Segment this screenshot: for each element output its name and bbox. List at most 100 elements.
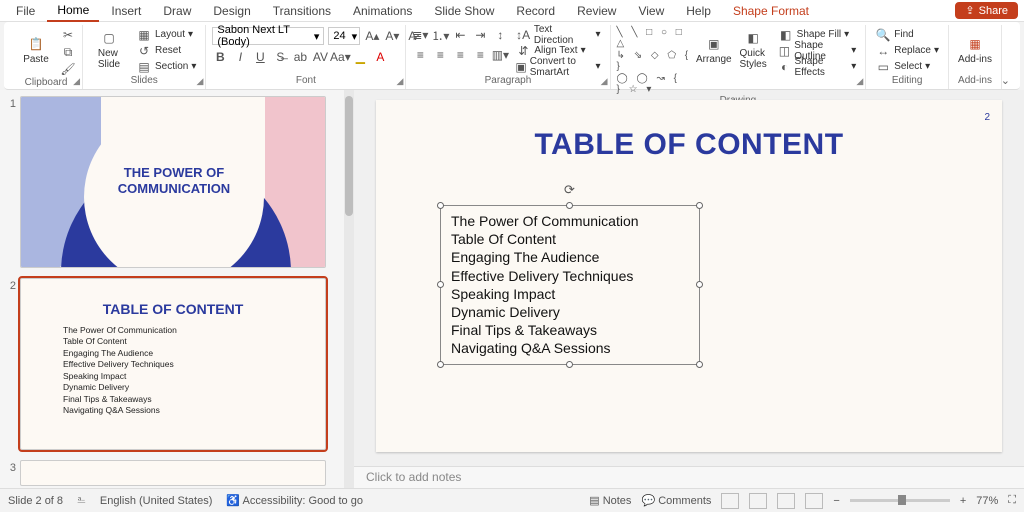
- shape-effects-button[interactable]: ◐Shape Effects ▾: [775, 59, 860, 74]
- cut-icon[interactable]: ✂: [60, 27, 76, 43]
- find-button[interactable]: 🔍Find: [872, 27, 916, 42]
- align-right-icon[interactable]: ≡: [452, 47, 468, 63]
- resize-handle[interactable]: [696, 361, 703, 368]
- share-button[interactable]: ⇪Share: [955, 2, 1018, 19]
- tab-shape-format[interactable]: Shape Format: [723, 1, 819, 21]
- comments-toggle[interactable]: 💬 Comments: [641, 494, 711, 507]
- normal-view-icon[interactable]: [721, 493, 739, 509]
- tab-animations[interactable]: Animations: [343, 1, 422, 21]
- section-button[interactable]: ▤Section ▾: [133, 59, 199, 74]
- replace-button[interactable]: ↔Replace ▾: [872, 43, 942, 58]
- paste-icon: 📋: [28, 36, 44, 52]
- thumbnails-scrollbar[interactable]: [344, 90, 354, 488]
- italic-icon[interactable]: I: [232, 49, 248, 65]
- selected-textbox[interactable]: ⟳ The Power Of CommunicationTable Of Con…: [440, 205, 700, 365]
- copy-icon[interactable]: ⧉: [60, 44, 76, 60]
- resize-handle[interactable]: [566, 361, 573, 368]
- tab-draw[interactable]: Draw: [153, 1, 201, 21]
- indent-dec-icon[interactable]: ⇤: [452, 27, 468, 43]
- status-accessibility[interactable]: ♿ Accessibility: Good to go: [226, 494, 363, 507]
- slide-canvas[interactable]: 2 TABLE OF CONTENT ⟳ The Power Of Commun…: [376, 100, 1002, 452]
- status-spellcheck-icon[interactable]: ⎁: [77, 494, 86, 507]
- slide-thumbnail-3[interactable]: [20, 460, 326, 486]
- increase-font-icon[interactable]: A▴: [364, 28, 380, 44]
- slide-thumbnail-2[interactable]: TABLE OF CONTENT The Power Of Communicat…: [20, 278, 326, 450]
- resize-handle[interactable]: [566, 202, 573, 209]
- tab-insert[interactable]: Insert: [101, 1, 151, 21]
- resize-handle[interactable]: [696, 202, 703, 209]
- change-case-icon[interactable]: Aa▾: [332, 49, 348, 65]
- tab-file[interactable]: File: [6, 1, 45, 21]
- tab-home[interactable]: Home: [47, 0, 99, 22]
- slideshow-view-icon[interactable]: [805, 493, 823, 509]
- bold-icon[interactable]: B: [212, 49, 228, 65]
- align-center-icon[interactable]: ≡: [432, 47, 448, 63]
- new-slide-button[interactable]: ▢New Slide: [89, 27, 129, 73]
- align-left-icon[interactable]: ≡: [412, 47, 428, 63]
- tab-help[interactable]: Help: [676, 1, 721, 21]
- rotate-handle-icon[interactable]: ⟳: [564, 182, 575, 198]
- tab-view[interactable]: View: [628, 1, 674, 21]
- shadow-icon[interactable]: ab: [292, 49, 308, 65]
- clipboard-launcher-icon[interactable]: ◢: [73, 76, 80, 87]
- tab-review[interactable]: Review: [567, 1, 626, 21]
- tab-record[interactable]: Record: [506, 1, 565, 21]
- sorter-view-icon[interactable]: [749, 493, 767, 509]
- format-painter-icon[interactable]: 🖌: [60, 61, 76, 77]
- select-button[interactable]: ▭Select ▾: [872, 59, 933, 74]
- paste-button[interactable]: 📋Paste: [16, 27, 56, 73]
- notes-toggle[interactable]: ▤ Notes: [589, 494, 631, 507]
- shapes-gallery[interactable]: ╲ ╲ □ ○ □ △↳ ⇘ ◇ ⬠ { }◯ ◯ ↝ { } ☆ ▾: [617, 27, 692, 95]
- arrange-button[interactable]: ▣Arrange: [696, 27, 732, 73]
- group-label: Clipboard: [16, 77, 76, 90]
- numbering-icon[interactable]: ⒈▾: [432, 27, 448, 43]
- font-size-combo[interactable]: 24▾: [328, 27, 360, 45]
- resize-handle[interactable]: [437, 202, 444, 209]
- spacing-icon[interactable]: AV: [312, 49, 328, 65]
- decrease-font-icon[interactable]: A▾: [384, 28, 400, 44]
- reset-button[interactable]: ↺Reset: [133, 43, 199, 58]
- textbox-content[interactable]: The Power Of CommunicationTable Of Conte…: [441, 206, 699, 364]
- slides-launcher-icon[interactable]: ◢: [196, 76, 203, 87]
- smartart-button[interactable]: ▣Convert to SmartArt ▾: [512, 59, 603, 74]
- resize-handle[interactable]: [696, 281, 703, 288]
- zoom-out-icon[interactable]: −: [833, 495, 839, 507]
- columns-icon[interactable]: ▥▾: [492, 47, 508, 63]
- slide-editor: 2 TABLE OF CONTENT ⟳ The Power Of Commun…: [354, 90, 1024, 488]
- addins-button[interactable]: ▦Add-ins: [955, 27, 995, 73]
- layout-button[interactable]: ▦Layout ▾: [133, 27, 199, 42]
- status-language[interactable]: English (United States): [100, 495, 213, 507]
- bullets-icon[interactable]: ≣▾: [412, 27, 428, 43]
- text-direction-icon: ↕A: [515, 27, 530, 43]
- group-slides: ▢New Slide ▦Layout ▾ ↺Reset ▤Section ▾ S…: [83, 25, 206, 89]
- chevron-down-icon: ▾: [314, 30, 320, 43]
- text-direction-button[interactable]: ↕AText Direction ▾: [512, 27, 603, 42]
- quick-styles-button[interactable]: ◧Quick Styles: [736, 27, 771, 73]
- collapse-ribbon-icon[interactable]: ⌄: [1001, 74, 1010, 87]
- paragraph-launcher-icon[interactable]: ◢: [601, 76, 608, 87]
- thumb-title: TABLE OF CONTENT: [21, 279, 325, 317]
- zoom-level[interactable]: 77%: [976, 495, 998, 507]
- justify-icon[interactable]: ≡: [472, 47, 488, 63]
- fit-window-icon[interactable]: ⛶: [1008, 494, 1016, 507]
- line-spacing-icon[interactable]: ↕: [492, 27, 508, 43]
- slide-thumbnail-1[interactable]: THE POWER OF COMMUNICATION: [20, 96, 326, 268]
- zoom-slider[interactable]: [850, 499, 950, 502]
- reading-view-icon[interactable]: [777, 493, 795, 509]
- font-name-combo[interactable]: Sabon Next LT (Body)▾: [212, 27, 324, 45]
- resize-handle[interactable]: [437, 361, 444, 368]
- highlight-icon[interactable]: ▁: [352, 49, 368, 65]
- underline-icon[interactable]: U: [252, 49, 268, 65]
- strike-icon[interactable]: S̶: [272, 49, 288, 65]
- tab-design[interactable]: Design: [203, 1, 260, 21]
- tab-slideshow[interactable]: Slide Show: [424, 1, 504, 21]
- zoom-in-icon[interactable]: +: [960, 495, 966, 507]
- font-color-icon[interactable]: A: [372, 49, 388, 65]
- thumb-number: 3: [2, 460, 16, 486]
- notes-pane[interactable]: Click to add notes: [354, 466, 1024, 488]
- font-launcher-icon[interactable]: ◢: [396, 76, 403, 87]
- tab-transitions[interactable]: Transitions: [263, 1, 341, 21]
- indent-inc-icon[interactable]: ⇥: [472, 27, 488, 43]
- drawing-launcher-icon[interactable]: ◢: [856, 76, 863, 87]
- resize-handle[interactable]: [437, 281, 444, 288]
